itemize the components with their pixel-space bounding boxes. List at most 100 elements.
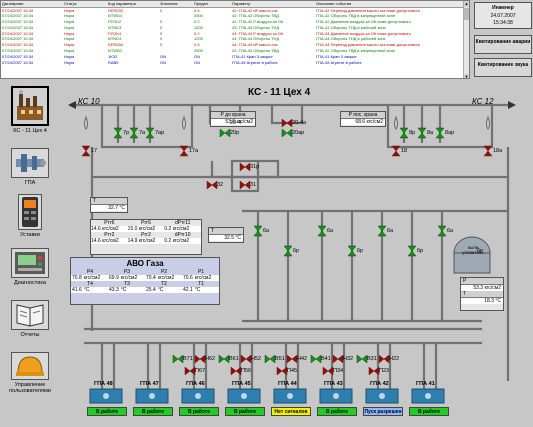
- valve-label: 18: [401, 148, 408, 154]
- valve-label: П56: [241, 368, 252, 374]
- valve-icon[interactable]: [483, 145, 493, 157]
- gpa-rotor-icon: [195, 393, 201, 399]
- scroll-down-icon[interactable]: ▼: [464, 74, 469, 78]
- date-text: 24.07.2007: [490, 13, 516, 19]
- valve-icon[interactable]: [437, 225, 447, 237]
- gpa-status-button[interactable]: Пуск разрешен: [363, 407, 403, 416]
- nav-diagnostics[interactable]: Диагностика: [2, 248, 58, 286]
- valve-label: Н62: [205, 356, 216, 362]
- gpa-status-button[interactable]: В работе: [317, 407, 357, 416]
- valve-icon[interactable]: [391, 145, 401, 157]
- ack-sound-button[interactable]: Квитирование звука: [474, 58, 532, 77]
- ks-left-label: КС 10: [78, 97, 100, 106]
- valve-icon[interactable]: [194, 354, 206, 364]
- avo-pressure-grid: Ртг6 Ргг6 dPтг11 14.6 кгс/см2 15.0 кгс/с…: [90, 219, 202, 255]
- valve-icon[interactable]: [219, 128, 231, 138]
- valve-icon[interactable]: [276, 366, 288, 376]
- gpa-rotor-icon: [379, 393, 385, 399]
- valve-icon[interactable]: [239, 162, 251, 172]
- valve-icon[interactable]: [230, 366, 242, 376]
- valve-icon[interactable]: [377, 225, 387, 237]
- alarm-row[interactable]: 07/24/2007 15:34 Норм RAB5 ON ON ГПА-45 Агрег…: [1, 59, 469, 65]
- book-icon: [11, 300, 49, 330]
- p-before-label: Р до крана: [211, 112, 255, 119]
- valve-label: 6р: [357, 248, 364, 254]
- valve-icon[interactable]: [407, 245, 417, 257]
- avo-t-value-unit: °C: [83, 287, 90, 293]
- right-temp-label: T: [209, 228, 243, 235]
- nav-label: Отчеты: [20, 332, 40, 338]
- valve-icon[interactable]: [218, 354, 230, 364]
- valve-icon[interactable]: [239, 180, 251, 190]
- gpa-name: ГПА 46: [186, 381, 205, 387]
- alarm-cell-value: ON: [160, 59, 166, 65]
- valve-icon[interactable]: [240, 354, 252, 364]
- valve-icon[interactable]: [113, 127, 123, 139]
- valve-label: П23: [379, 368, 390, 374]
- valve-icon[interactable]: [347, 245, 357, 257]
- gpa-status-button[interactable]: В работе: [409, 407, 449, 416]
- valve-icon[interactable]: [417, 127, 427, 139]
- valve-icon[interactable]: [356, 354, 368, 364]
- valve-label: В61: [229, 356, 239, 362]
- gpa-status-button[interactable]: В работе: [225, 407, 265, 416]
- nav-reports[interactable]: Отчеты: [2, 300, 58, 338]
- valve-icon[interactable]: [283, 245, 293, 257]
- gpa-status-button[interactable]: Нет сигналов: [271, 407, 311, 416]
- valve-label: 8р: [409, 130, 416, 136]
- valve-icon[interactable]: [81, 145, 91, 157]
- valve-label: 6а: [387, 228, 394, 234]
- valve-icon[interactable]: [310, 354, 322, 364]
- valve-icon[interactable]: [286, 354, 298, 364]
- gpa-status-button[interactable]: В работе: [133, 407, 173, 416]
- alarm-cell-desc: ГПА-45 Агрегат в работе: [316, 59, 362, 65]
- valve-icon[interactable]: [206, 180, 218, 190]
- nav-ks11[interactable]: КС - 11 Цех 4: [2, 86, 58, 134]
- avo-t-value-cell: 42.1 °C: [182, 287, 219, 293]
- valve-label: 18а: [493, 148, 503, 154]
- valve-icon[interactable]: [253, 225, 263, 237]
- valve-icon[interactable]: [399, 127, 409, 139]
- alarm-row[interactable]: 07/24/2007 15:34 Норм PZOK2 0 0.2 42: ГПА-42 …: [1, 19, 469, 25]
- avo-t-value: 41.6: [72, 287, 82, 293]
- valve-label: 8ар: [445, 130, 455, 136]
- nav-gpa[interactable]: ГПА: [2, 148, 58, 186]
- scroll-thumb[interactable]: [464, 8, 469, 20]
- valve-icon[interactable]: [184, 366, 196, 376]
- valve-icon[interactable]: [264, 354, 276, 364]
- separator-p-value: 53.3: [473, 285, 484, 291]
- alarm-row[interactable]: 07/24/2007 15:34 Норм DRS032 0 0.5 42: ГПА-42…: [1, 7, 469, 13]
- gpa-status-button[interactable]: В работе: [179, 407, 219, 416]
- valve-icon[interactable]: [129, 127, 139, 139]
- valve-icon[interactable]: [145, 127, 155, 139]
- valve-icon[interactable]: [368, 366, 380, 376]
- valve-label: 8а: [427, 130, 434, 136]
- valve-icon[interactable]: [172, 354, 184, 364]
- avo-t-value-unit: °C: [157, 287, 164, 293]
- avo-t-value-cell: 25.4 °C: [145, 287, 182, 293]
- valve-icon[interactable]: [322, 366, 334, 376]
- valve-icon[interactable]: [435, 127, 445, 139]
- valve-label: В51: [275, 356, 285, 362]
- avo-gas-block: АВО Газа Р4 Р3 Р2 Р1 70.8 кгс/см2 69.9 кгс/см2…: [70, 257, 220, 305]
- gpa-status-button[interactable]: В работе: [87, 407, 127, 416]
- alarm-scrollbar[interactable]: ▲ ▼: [463, 1, 469, 78]
- valve-icon[interactable]: [179, 145, 189, 157]
- valve-label: 6а: [327, 228, 334, 234]
- scheme-title: КС - 11 Цех 4: [248, 87, 311, 98]
- nav-setpoints[interactable]: Уставки: [2, 194, 58, 238]
- ack-alarm-button[interactable]: Квитирование аварии: [474, 35, 532, 54]
- avo-temp-label: T: [91, 198, 127, 205]
- grid-value: 0.2: [164, 238, 172, 244]
- valve-icon[interactable]: [317, 225, 327, 237]
- valve-label: 6а: [447, 228, 454, 234]
- valve-icon[interactable]: [332, 354, 344, 364]
- valve-icon[interactable]: [378, 354, 390, 364]
- scroll-up-icon[interactable]: ▲: [464, 1, 469, 7]
- valve-icon[interactable]: [281, 128, 293, 138]
- grid-unit: кгс/см2: [172, 238, 190, 244]
- valve-label: П45: [287, 368, 298, 374]
- valve-icon[interactable]: [281, 118, 293, 128]
- alarm-table[interactable]: Дата/время Статус Код параметра Значение…: [0, 0, 470, 79]
- nav-users[interactable]: Управление пользователями: [2, 352, 58, 394]
